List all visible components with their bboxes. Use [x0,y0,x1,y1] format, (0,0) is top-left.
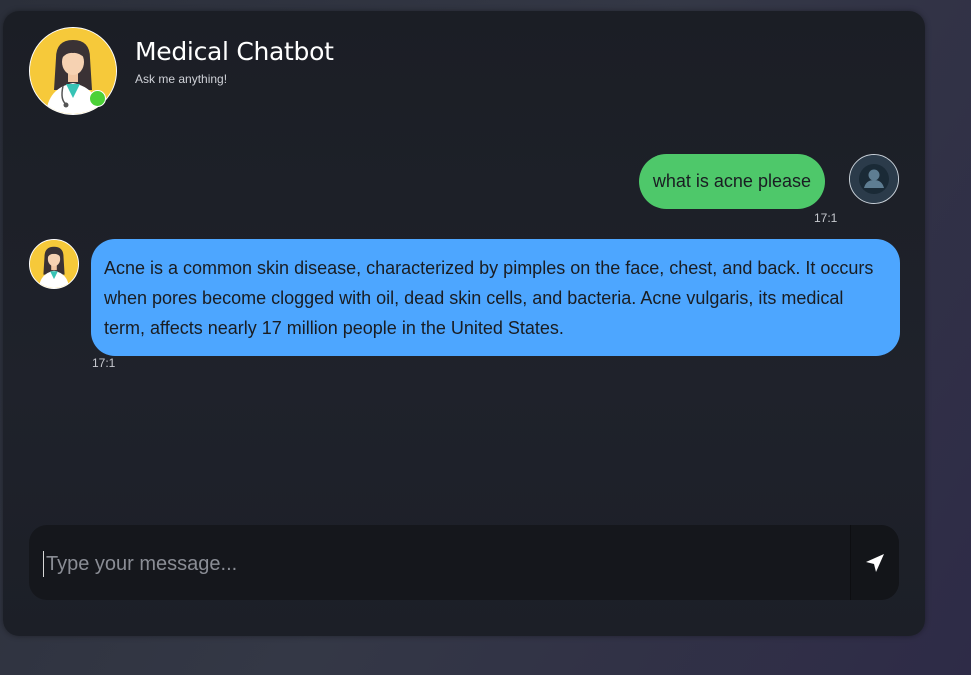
user-message-bubble: what is acne please [638,154,825,209]
chat-window: Medical Chatbot Ask me anything! what is… [3,11,925,636]
online-status-indicator [89,90,106,107]
message-composer [29,525,899,600]
send-icon [866,553,884,572]
message-input[interactable] [43,551,843,577]
page-subtitle: Ask me anything! [135,72,228,86]
send-button[interactable] [850,525,899,600]
user-avatar-icon [849,154,899,204]
bot-avatar-icon [29,239,79,289]
page-title: Medical Chatbot [135,37,334,66]
user-message-time: 17:1 [814,211,838,225]
bot-message-time: 17:1 [92,356,116,370]
bot-message-bubble: Acne is a common skin disease, character… [91,239,900,356]
